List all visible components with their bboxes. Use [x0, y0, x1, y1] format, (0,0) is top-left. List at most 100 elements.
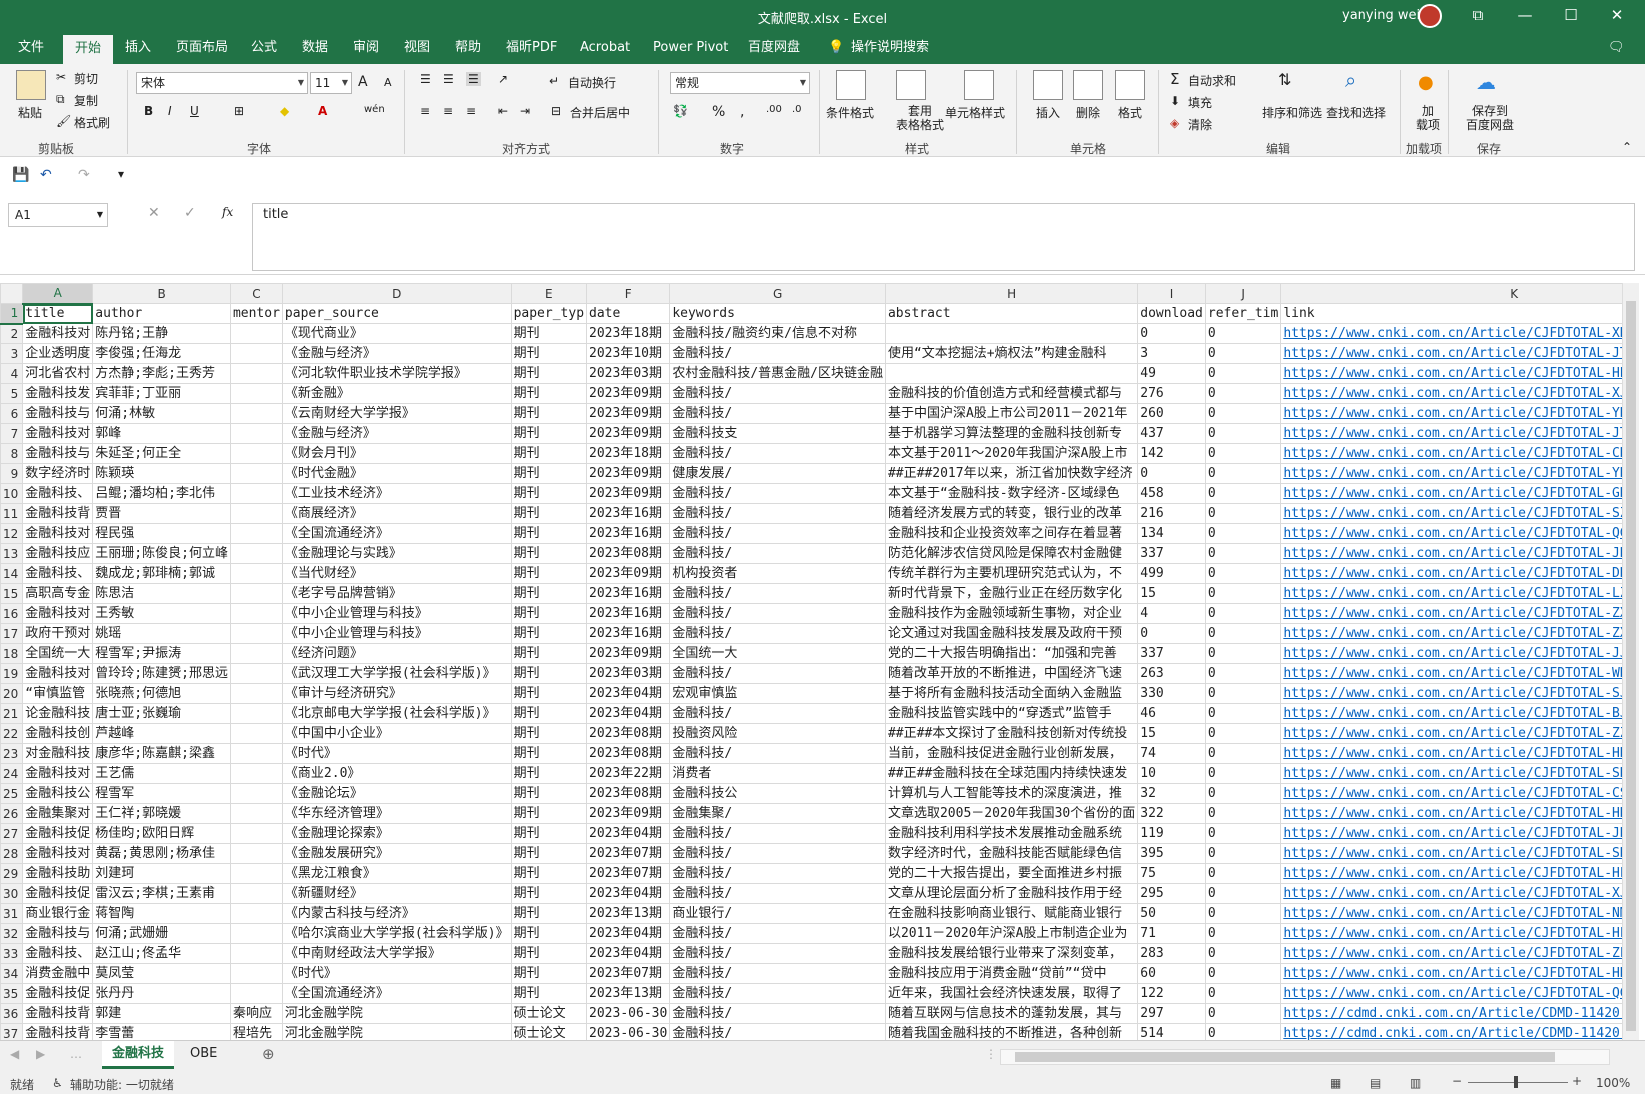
cell[interactable]: 政府干预对	[22, 623, 94, 644]
column-header[interactable]: A	[22, 283, 94, 305]
cell[interactable]	[229, 863, 283, 884]
cell[interactable]: 122	[1137, 983, 1206, 1004]
row-header[interactable]: 8	[0, 443, 24, 464]
cell[interactable]: 0	[1204, 463, 1282, 484]
cell[interactable]: 金融科技/	[669, 603, 886, 624]
cell[interactable]	[229, 843, 283, 864]
row-header[interactable]: 18	[0, 643, 24, 664]
cell[interactable]: 王丽珊;陈俊良;何立峰	[92, 543, 231, 564]
cell[interactable]: 金融科技/	[669, 743, 886, 764]
cell[interactable]: 王秀敏	[92, 603, 231, 624]
cell[interactable]: 金融科技发	[22, 383, 94, 404]
cell[interactable]: 276	[1137, 383, 1206, 404]
tab-home[interactable]: 开始	[63, 32, 114, 64]
cell[interactable]: 宏观审慎监	[669, 683, 886, 704]
cell[interactable]: 337	[1137, 643, 1206, 664]
formula-input[interactable]: title	[252, 203, 1635, 271]
cell[interactable]: 2023年09期	[586, 423, 671, 444]
cell[interactable]: 期刊	[510, 843, 588, 864]
row-header[interactable]: 29	[0, 863, 24, 884]
tab-baidu-netdisk[interactable]: 百度网盘	[748, 32, 800, 64]
zoom-level[interactable]: 100%	[1596, 1076, 1630, 1090]
cell[interactable]: 金融集聚/	[669, 803, 886, 824]
cell[interactable]: 0	[1204, 1023, 1282, 1040]
column-header[interactable]: K	[1280, 283, 1622, 304]
cell[interactable]: https://www.cnki.com.cn/Article/CJFDTOTA…	[1280, 983, 1622, 1004]
cell[interactable]: 张丹丹	[92, 983, 231, 1004]
cell[interactable]: 金融科技公	[669, 783, 886, 804]
cell[interactable]: https://www.cnki.com.cn/Article/CJFDTOTA…	[1280, 543, 1622, 564]
bold-button[interactable]: B	[144, 104, 153, 118]
cell[interactable]: 期刊	[510, 743, 588, 764]
cell[interactable]: 李俊强;任海龙	[92, 343, 231, 364]
cell[interactable]: 金融科技促	[22, 883, 94, 904]
cell[interactable]: keywords	[669, 303, 886, 324]
cell[interactable]: 0	[1204, 883, 1282, 904]
cell[interactable]: 秦响应	[229, 1003, 283, 1024]
cell[interactable]	[229, 483, 283, 504]
cell[interactable]: 金融科技创	[22, 723, 94, 744]
cell[interactable]	[229, 423, 283, 444]
row-header[interactable]: 4	[0, 363, 24, 384]
cell[interactable]: 0	[1204, 843, 1282, 864]
cell[interactable]: 《时代金融》	[281, 463, 512, 484]
cell[interactable]: “审慎监管	[22, 683, 94, 704]
cell[interactable]: 方杰静;李彪;王秀芳	[92, 363, 231, 384]
cell[interactable]: 32	[1137, 783, 1206, 804]
cell[interactable]	[229, 823, 283, 844]
cell[interactable]: 0	[1137, 623, 1206, 644]
cell[interactable]	[229, 403, 283, 424]
cell[interactable]: 2023年16期	[586, 603, 671, 624]
sheet-tab-active[interactable]: 金融科技	[102, 1041, 175, 1069]
cell[interactable]: 健康发展/	[669, 463, 886, 484]
cell[interactable]	[229, 723, 283, 744]
row-header[interactable]: 25	[0, 783, 24, 804]
cell[interactable]: 2023年18期	[586, 323, 671, 344]
row-header[interactable]: 7	[0, 423, 24, 444]
cell[interactable]: 2023年08期	[586, 723, 671, 744]
cell[interactable]: 金融科技/	[669, 923, 886, 944]
cell[interactable]: 随着互联网与信息技术的蓬勃发展，其与	[884, 1003, 1139, 1024]
cell[interactable]: 金融科技/	[669, 1023, 886, 1040]
cell[interactable]: https://www.cnki.com.cn/Article/CJFDTOTA…	[1280, 503, 1622, 524]
column-header[interactable]: G	[669, 283, 886, 304]
tab-help[interactable]: 帮助	[455, 32, 481, 64]
cell[interactable]: 农村金融科技/普惠金融/区块链金融	[669, 363, 886, 384]
cell[interactable]: 金融科技对	[22, 843, 94, 864]
cell[interactable]: 魏成龙;郭琲楠;郭诚	[92, 563, 231, 584]
cell[interactable]: 金融科技对	[22, 423, 94, 444]
cell[interactable]: 金融科技背	[22, 1003, 94, 1024]
cell[interactable]: https://www.cnki.com.cn/Article/CJFDTOTA…	[1280, 663, 1622, 684]
cell[interactable]: 2023年03期	[586, 663, 671, 684]
copy-icon[interactable]: ⧉	[56, 92, 65, 107]
cell[interactable]: 《全国流通经济》	[281, 983, 512, 1004]
cell[interactable]: 期刊	[510, 763, 588, 784]
tab-formulas[interactable]: 公式	[251, 32, 277, 64]
avatar[interactable]	[1418, 4, 1442, 28]
cell[interactable]: https://www.cnki.com.cn/Article/CJFDTOTA…	[1280, 583, 1622, 604]
delete-cells-icon[interactable]	[1073, 70, 1103, 100]
cell[interactable]: 期刊	[510, 643, 588, 664]
accessibility-status[interactable]: 辅助功能: 一切就绪	[70, 1076, 174, 1093]
cell[interactable]: 金融科技/	[669, 623, 886, 644]
addins-button[interactable]: 加 载项	[1416, 104, 1440, 132]
find-select-button[interactable]: 查找和选择	[1326, 104, 1386, 121]
addin-icon[interactable]: ●	[1418, 72, 1434, 93]
cell[interactable]: 295	[1137, 883, 1206, 904]
cell[interactable]: 75	[1137, 863, 1206, 884]
cell[interactable]: 计算机与人工智能等技术的深度演进，推	[884, 783, 1139, 804]
cell[interactable]: 期刊	[510, 663, 588, 684]
decrease-decimal-icon[interactable]: .0	[792, 104, 802, 115]
cell[interactable]: 0	[1204, 423, 1282, 444]
cell[interactable]: 期刊	[510, 703, 588, 724]
cell[interactable]: 期刊	[510, 963, 588, 984]
column-header[interactable]: E	[510, 283, 588, 304]
cell[interactable]: 514	[1137, 1023, 1206, 1040]
cell[interactable]: 0	[1204, 903, 1282, 924]
cell[interactable]: 0	[1204, 623, 1282, 644]
conditional-format-button[interactable]: 条件格式	[826, 104, 874, 121]
cell[interactable]: 金融科技/	[669, 823, 886, 844]
cell[interactable]: 《老字号品牌营销》	[281, 583, 512, 604]
cell[interactable]: 《武汉理工大学学报(社会科学版)》	[281, 663, 512, 684]
cell[interactable]: 刘建珂	[92, 863, 231, 884]
